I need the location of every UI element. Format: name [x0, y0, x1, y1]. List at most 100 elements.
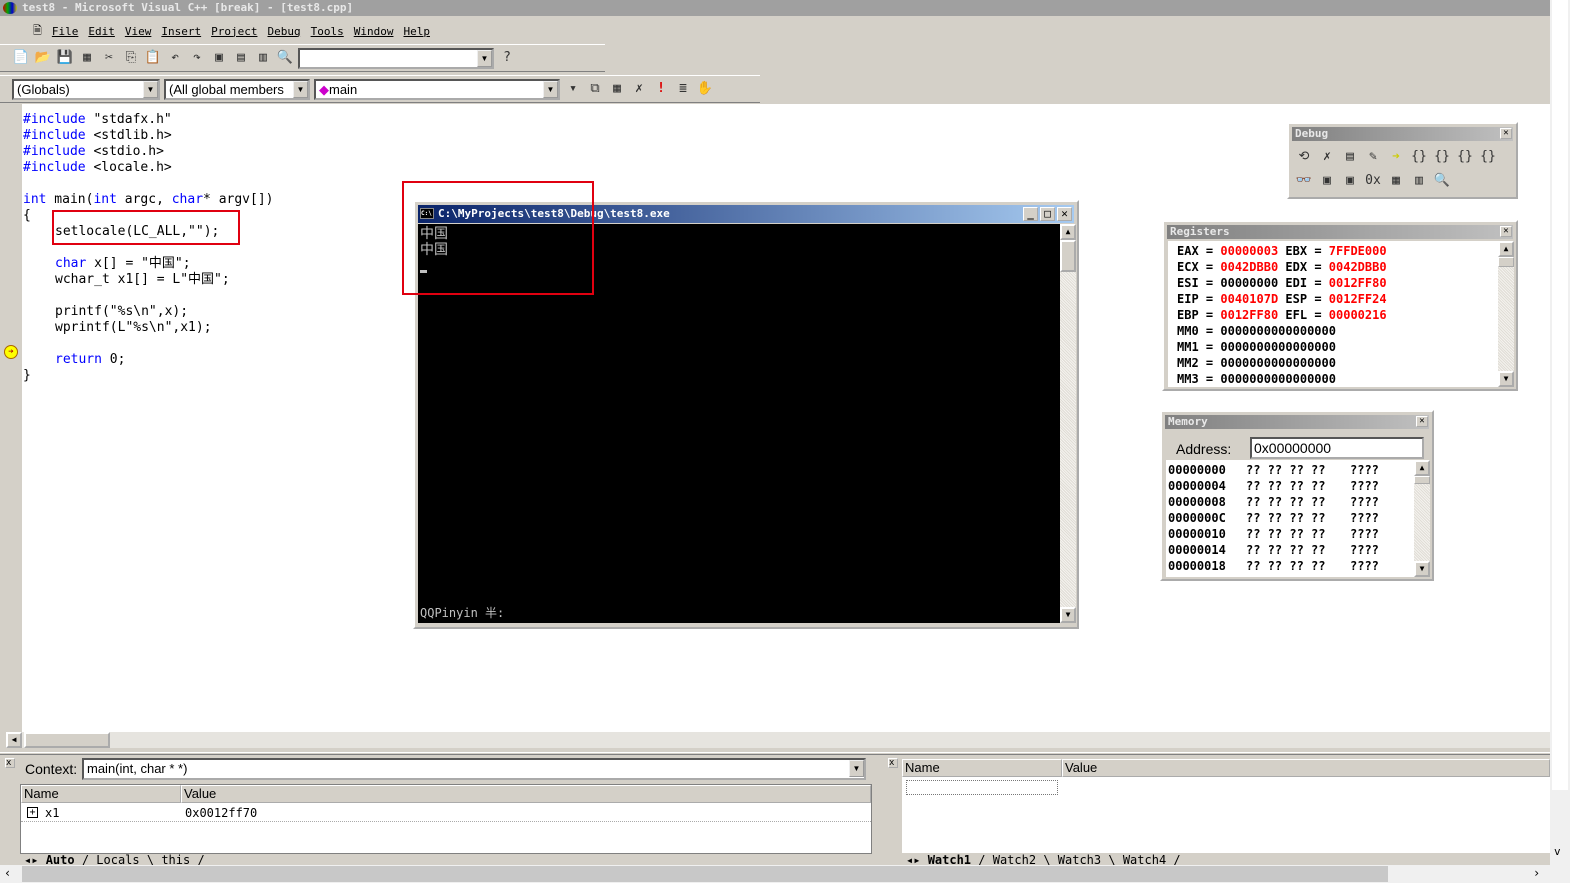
close-icon[interactable]: ✕ [1500, 226, 1512, 237]
restart-icon[interactable]: ⟲ [1295, 148, 1313, 166]
workspace-icon[interactable]: ▣ [210, 49, 228, 67]
memory-ascii: ???? [1350, 495, 1379, 509]
show-next-statement-icon[interactable]: ➔ [1387, 148, 1405, 166]
register-value: 0040107D [1220, 292, 1279, 306]
register-value: 00000003 [1220, 244, 1279, 258]
scroll-right-icon[interactable]: › [1533, 866, 1540, 880]
menu-window[interactable]: Window [349, 25, 399, 38]
scroll-thumb[interactable] [22, 866, 1388, 882]
register-value: 0012FF80 [1220, 308, 1279, 322]
menu-help[interactable]: Help [398, 25, 435, 38]
table-row[interactable]: + x1 0x0012ff70 [21, 804, 871, 822]
scroll-thumb[interactable] [1498, 257, 1514, 267]
close-icon[interactable]: ✕ [1500, 128, 1512, 139]
compile-icon[interactable]: ⧉ [586, 80, 604, 98]
quickwatch-icon[interactable]: 👓 [1295, 172, 1313, 190]
save-all-icon[interactable]: ▦ [78, 49, 96, 67]
output-icon[interactable]: ▤ [232, 49, 250, 67]
watch-new-entry[interactable] [906, 780, 1058, 795]
chevron-down-icon[interactable]: ▼ [293, 80, 308, 98]
open-icon[interactable]: 📂 [34, 49, 52, 67]
stop-build-icon[interactable]: ✗ [630, 80, 648, 98]
memory-icon[interactable]: ▦ [1387, 172, 1405, 190]
maximize-button[interactable]: □ [1040, 207, 1055, 221]
chevron-down-icon[interactable]: ▼ [477, 49, 492, 67]
execute-icon[interactable]: ! [652, 80, 670, 98]
close-button[interactable]: ✕ [1057, 207, 1072, 221]
variables-icon[interactable]: ▣ [1341, 172, 1359, 190]
menu-debug[interactable]: Debug [262, 25, 305, 38]
find-icon[interactable]: ? [498, 49, 516, 67]
chevron-down-icon[interactable]: ▼ [143, 80, 158, 98]
call-stack-icon[interactable]: ▥ [1410, 172, 1428, 190]
step-into-icon[interactable]: {} [1410, 148, 1428, 166]
save-icon[interactable]: 💾 [56, 49, 74, 67]
code-text: <stdio.h> [85, 144, 164, 159]
filter-combo[interactable]: (All global members ▼ [164, 78, 310, 100]
apply-code-changes-icon[interactable]: ✎ [1364, 148, 1382, 166]
scroll-left-button[interactable]: ◀ [6, 732, 22, 748]
menu-file[interactable]: File [47, 25, 84, 38]
run-to-cursor-icon[interactable]: {} [1479, 148, 1497, 166]
page-vscrollbar[interactable]: v [1550, 0, 1570, 865]
console-vscrollbar[interactable]: ▲ ▼ [1060, 224, 1076, 623]
paste-icon[interactable]: 📋 [144, 49, 162, 67]
address-input[interactable]: 0x00000000 [1250, 437, 1424, 459]
undo-icon[interactable]: ↶ [166, 49, 184, 67]
menu-edit[interactable]: Edit [83, 25, 120, 38]
build-icon[interactable]: ▦ [608, 80, 626, 98]
scroll-up-button[interactable]: ▲ [1414, 460, 1430, 476]
find-in-files-icon[interactable]: 🔍 [276, 49, 294, 67]
chevron-down-icon[interactable]: ▼ [849, 760, 864, 777]
context-combo[interactable]: main(int, char * *) ▼ [82, 758, 866, 780]
scroll-up-button[interactable]: ▲ [1060, 224, 1076, 240]
scroll-left-icon[interactable]: ‹ [4, 866, 11, 880]
menu-view[interactable]: View [120, 25, 157, 38]
chevron-down-icon[interactable]: ▼ [543, 80, 558, 98]
redo-icon[interactable]: ↷ [188, 49, 206, 67]
step-out-icon[interactable]: {} [1456, 148, 1474, 166]
new-file-icon[interactable]: 📄 [12, 49, 30, 67]
scroll-up-button[interactable]: ▲ [1498, 241, 1514, 257]
find-combo[interactable]: ▼ [298, 47, 494, 69]
menu-project[interactable]: Project [206, 25, 262, 38]
expand-icon[interactable]: + [27, 807, 38, 818]
step-over-icon[interactable]: {} [1433, 148, 1451, 166]
scroll-thumb[interactable] [24, 732, 110, 748]
window-list-icon[interactable]: ▥ [254, 49, 272, 67]
menu-insert[interactable]: Insert [156, 25, 206, 38]
minimize-button[interactable]: _ [1023, 207, 1038, 221]
close-icon[interactable]: ✕ [1416, 416, 1428, 427]
member-combo[interactable]: ◆main ▼ [314, 78, 560, 100]
editor-hscrollbar[interactable]: ◀ [6, 732, 1550, 748]
scroll-down-icon[interactable]: v [1554, 845, 1561, 858]
scroll-thumb[interactable] [1060, 240, 1076, 272]
title-bar: test8 - Microsoft Visual C++ [break] - [… [0, 0, 1550, 16]
stop-debugging-icon[interactable]: ✗ [1318, 148, 1336, 166]
scroll-thumb[interactable] [1414, 476, 1430, 484]
cut-icon[interactable]: ✂ [100, 49, 118, 67]
scroll-down-button[interactable]: ▼ [1498, 371, 1514, 387]
code-text: { [23, 208, 31, 223]
close-icon[interactable]: x [888, 758, 898, 768]
registers-vscrollbar[interactable]: ▲ ▼ [1498, 241, 1514, 387]
go-icon[interactable]: ≣ [674, 80, 692, 98]
breakpoint-hand-icon[interactable]: ✋ [696, 80, 714, 98]
watch-icon[interactable]: ▣ [1318, 172, 1336, 190]
name-column-header[interactable]: Name [902, 759, 1062, 777]
copy-icon[interactable]: ⎘ [122, 49, 140, 67]
disassembly-icon[interactable]: 🔍 [1433, 172, 1451, 190]
registers-icon[interactable]: 0x [1364, 172, 1382, 190]
wizard-action-icon[interactable]: ▾ [564, 80, 582, 98]
scroll-down-button[interactable]: ▼ [1414, 561, 1430, 577]
class-combo[interactable]: (Globals) ▼ [12, 78, 160, 100]
menu-tools[interactable]: Tools [306, 25, 349, 38]
memory-vscrollbar[interactable]: ▲ ▼ [1414, 460, 1430, 577]
page-hscrollbar[interactable]: ‹ › [0, 865, 1570, 883]
break-icon[interactable]: ▤ [1341, 148, 1359, 166]
value-column-header[interactable]: Value [1062, 759, 1550, 777]
name-column-header[interactable]: Name [21, 785, 181, 803]
close-icon[interactable]: x [5, 758, 15, 768]
scroll-down-button[interactable]: ▼ [1060, 607, 1076, 623]
value-column-header[interactable]: Value [181, 785, 871, 803]
